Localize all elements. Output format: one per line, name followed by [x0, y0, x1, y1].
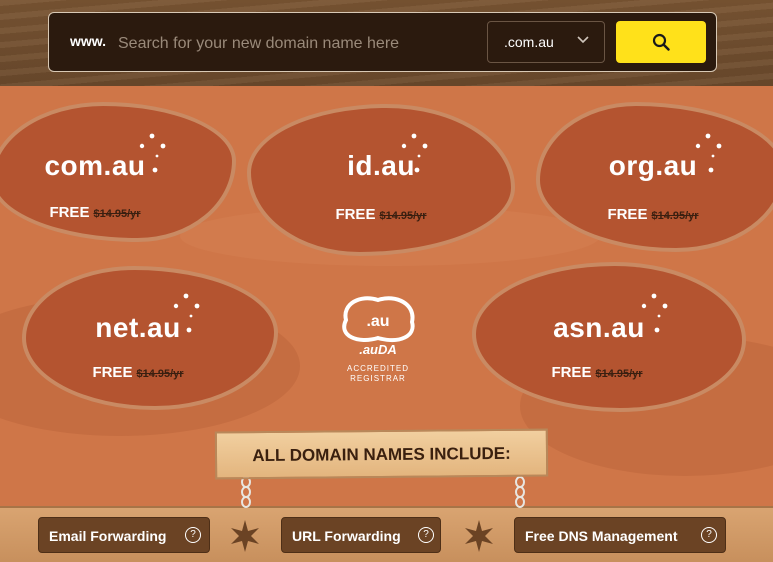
feature-label: URL Forwarding — [292, 528, 401, 544]
auda-accredited-logo: .au .auDA ACCREDITED REGISTRAR — [332, 292, 424, 388]
accredited-registrar-text: ACCREDITED REGISTRAR — [346, 364, 409, 383]
domain-card-net-au[interactable]: net.au FREE $14.95/yr — [22, 266, 278, 410]
feature-email-forwarding[interactable]: Email Forwarding ? — [38, 517, 210, 553]
domain-name: com.au — [44, 150, 146, 181]
domain-name: asn.au — [553, 312, 645, 343]
includes-heading: ALL DOMAIN NAMES INCLUDE: — [252, 443, 511, 466]
southern-cross-stars-icon — [401, 133, 428, 173]
chain-link-right — [515, 476, 525, 508]
search-button[interactable] — [616, 21, 706, 63]
includes-heading-sign: ALL DOMAIN NAMES INCLUDE: — [214, 428, 549, 480]
tld-dropdown[interactable]: .com.au — [487, 21, 605, 63]
star-divider-icon — [231, 520, 259, 552]
domain-name: org.au — [608, 150, 698, 181]
domain-price: FREE $14.95/yr — [49, 204, 141, 221]
southern-cross-stars-icon — [173, 293, 200, 333]
star-divider-icon — [465, 520, 493, 552]
help-circle-icon[interactable]: ? — [701, 527, 717, 543]
domain-price: FREE $14.95/yr — [92, 364, 184, 381]
feature-label: Email Forwarding — [49, 528, 167, 544]
domain-card-id-au[interactable]: id.au FREE $14.95/yr — [247, 104, 515, 256]
search-icon — [652, 33, 670, 51]
southern-cross-stars-icon — [641, 293, 668, 333]
auda-emblem: .au .auDA — [342, 296, 415, 357]
svg-text:.au: .au — [366, 313, 389, 330]
tld-selected-value: .com.au — [504, 34, 554, 50]
help-circle-icon[interactable]: ? — [185, 527, 201, 543]
domain-name: id.au — [347, 150, 415, 181]
svg-text:.auDA: .auDA — [359, 342, 397, 356]
domain-search-input[interactable] — [116, 25, 450, 63]
chevron-down-icon — [576, 32, 590, 49]
feature-free-dns-management[interactable]: Free DNS Management ? — [514, 517, 726, 553]
www-prefix: www. — [70, 33, 107, 49]
domain-name: net.au — [95, 312, 181, 343]
southern-cross-stars-icon — [139, 133, 166, 173]
wooden-header-band: www. .com.au — [0, 0, 773, 89]
feature-label: Free DNS Management — [525, 528, 678, 544]
domain-search-page: www. .com.au com.au FREE$14.95/yr — [0, 0, 773, 562]
domain-search-bar: www. .com.au — [48, 12, 717, 72]
domain-price: FREE $14.95/yr — [335, 206, 427, 223]
chain-link-left — [241, 476, 251, 508]
southern-cross-stars-icon — [695, 133, 722, 173]
feature-url-forwarding[interactable]: URL Forwarding ? — [281, 517, 441, 553]
domain-card-com-au[interactable]: com.au FREE $14.95/yr — [0, 102, 236, 242]
domain-price: FREE $14.95/yr — [607, 206, 699, 223]
domain-price: FREE $14.95/yr — [551, 364, 643, 381]
help-circle-icon[interactable]: ? — [418, 527, 434, 543]
